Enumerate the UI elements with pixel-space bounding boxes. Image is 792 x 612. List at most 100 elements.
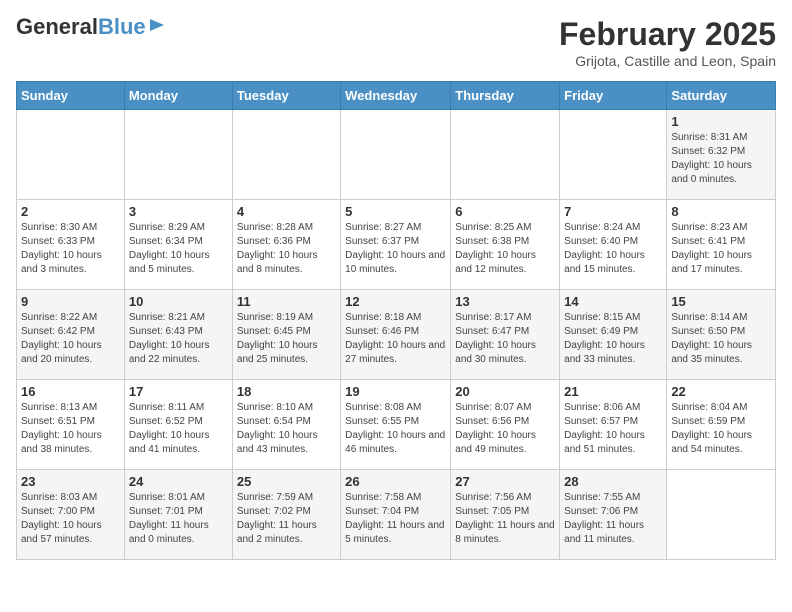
calendar-header: SundayMondayTuesdayWednesdayThursdayFrid…	[17, 82, 776, 110]
day-number: 7	[564, 204, 662, 219]
day-number: 13	[455, 294, 555, 309]
day-number: 6	[455, 204, 555, 219]
weekday-header-monday: Monday	[124, 82, 232, 110]
day-number: 21	[564, 384, 662, 399]
day-number: 18	[237, 384, 336, 399]
calendar-cell: 15 Sunrise: 8:14 AM Sunset: 6:50 PM Dayli…	[667, 290, 776, 380]
calendar-week-row: 1Sunrise: 8:31 AM Sunset: 6:32 PM Daylig…	[17, 110, 776, 200]
calendar-cell: 23 Sunrise: 8:03 AM Sunset: 7:00 PM Dayli…	[17, 470, 125, 560]
calendar-cell: 27 Sunrise: 7:56 AM Sunset: 7:05 PM Dayli…	[451, 470, 560, 560]
day-info: Sunrise: 8:19 AM Sunset: 6:45 PM Dayligh…	[237, 311, 336, 367]
calendar-cell	[560, 110, 667, 200]
weekday-header-thursday: Thursday	[451, 82, 560, 110]
day-number: 27	[455, 474, 555, 489]
day-number: 2	[21, 204, 120, 219]
calendar-cell: 28 Sunrise: 7:55 AM Sunset: 7:06 PM Dayli…	[560, 470, 667, 560]
calendar-cell	[667, 470, 776, 560]
day-number: 22	[671, 384, 771, 399]
calendar-body: 1Sunrise: 8:31 AM Sunset: 6:32 PM Daylig…	[17, 110, 776, 560]
calendar-cell: 4 Sunrise: 8:28 AM Sunset: 6:36 PM Daylig…	[232, 200, 340, 290]
day-number: 24	[129, 474, 228, 489]
day-number: 3	[129, 204, 228, 219]
weekday-header-friday: Friday	[560, 82, 667, 110]
calendar-cell: 6 Sunrise: 8:25 AM Sunset: 6:38 PM Daylig…	[451, 200, 560, 290]
day-info: Sunrise: 8:01 AM Sunset: 7:01 PM Dayligh…	[129, 491, 228, 547]
calendar-cell: 18 Sunrise: 8:10 AM Sunset: 6:54 PM Dayli…	[232, 380, 340, 470]
calendar-week-row: 9 Sunrise: 8:22 AM Sunset: 6:42 PM Daylig…	[17, 290, 776, 380]
day-info: Sunrise: 8:10 AM Sunset: 6:54 PM Dayligh…	[237, 401, 336, 457]
day-info: Sunrise: 8:03 AM Sunset: 7:00 PM Dayligh…	[21, 491, 120, 547]
day-info: Sunrise: 8:15 AM Sunset: 6:49 PM Dayligh…	[564, 311, 662, 367]
calendar-cell: 2 Sunrise: 8:30 AM Sunset: 6:33 PM Daylig…	[17, 200, 125, 290]
calendar-cell: 21Sunrise: 8:06 AM Sunset: 6:57 PM Dayli…	[560, 380, 667, 470]
calendar-cell	[17, 110, 125, 200]
day-info: Sunrise: 8:24 AM Sunset: 6:40 PM Dayligh…	[564, 221, 662, 277]
day-number: 11	[237, 294, 336, 309]
day-number: 28	[564, 474, 662, 489]
day-number: 8	[671, 204, 771, 219]
calendar-week-row: 16Sunrise: 8:13 AM Sunset: 6:51 PM Dayli…	[17, 380, 776, 470]
calendar-cell: 12 Sunrise: 8:18 AM Sunset: 6:46 PM Dayli…	[341, 290, 451, 380]
weekday-header-row: SundayMondayTuesdayWednesdayThursdayFrid…	[17, 82, 776, 110]
calendar-cell: 19Sunrise: 8:08 AM Sunset: 6:55 PM Dayli…	[341, 380, 451, 470]
day-info: Sunrise: 8:28 AM Sunset: 6:36 PM Dayligh…	[237, 221, 336, 277]
day-number: 25	[237, 474, 336, 489]
day-info: Sunrise: 7:59 AM Sunset: 7:02 PM Dayligh…	[237, 491, 336, 547]
calendar-cell	[232, 110, 340, 200]
day-number: 9	[21, 294, 120, 309]
weekday-header-saturday: Saturday	[667, 82, 776, 110]
calendar-week-row: 2 Sunrise: 8:30 AM Sunset: 6:33 PM Daylig…	[17, 200, 776, 290]
calendar-cell: 10 Sunrise: 8:21 AM Sunset: 6:43 PM Dayli…	[124, 290, 232, 380]
calendar-cell: 24 Sunrise: 8:01 AM Sunset: 7:01 PM Dayli…	[124, 470, 232, 560]
calendar-cell: 1Sunrise: 8:31 AM Sunset: 6:32 PM Daylig…	[667, 110, 776, 200]
day-number: 20	[455, 384, 555, 399]
day-info: Sunrise: 8:07 AM Sunset: 6:56 PM Dayligh…	[455, 401, 555, 457]
day-info: Sunrise: 8:27 AM Sunset: 6:37 PM Dayligh…	[345, 221, 446, 277]
day-number: 15	[671, 294, 771, 309]
calendar-cell: 7 Sunrise: 8:24 AM Sunset: 6:40 PM Daylig…	[560, 200, 667, 290]
day-info: Sunrise: 8:22 AM Sunset: 6:42 PM Dayligh…	[21, 311, 120, 367]
day-info: Sunrise: 8:23 AM Sunset: 6:41 PM Dayligh…	[671, 221, 771, 277]
calendar-cell: 16Sunrise: 8:13 AM Sunset: 6:51 PM Dayli…	[17, 380, 125, 470]
calendar-title: February 2025	[559, 16, 776, 53]
day-number: 5	[345, 204, 446, 219]
title-section: February 2025 Grijota, Castille and Leon…	[559, 16, 776, 69]
calendar-week-row: 23 Sunrise: 8:03 AM Sunset: 7:00 PM Dayli…	[17, 470, 776, 560]
day-info: Sunrise: 8:17 AM Sunset: 6:47 PM Dayligh…	[455, 311, 555, 367]
day-number: 23	[21, 474, 120, 489]
day-number: 26	[345, 474, 446, 489]
page-header: GeneralBlue February 2025 Grijota, Casti…	[16, 16, 776, 69]
calendar-cell: 17Sunrise: 8:11 AM Sunset: 6:52 PM Dayli…	[124, 380, 232, 470]
day-info: Sunrise: 8:30 AM Sunset: 6:33 PM Dayligh…	[21, 221, 120, 277]
day-number: 14	[564, 294, 662, 309]
day-number: 16	[21, 384, 120, 399]
logo: GeneralBlue	[16, 16, 166, 38]
calendar-cell: 5 Sunrise: 8:27 AM Sunset: 6:37 PM Daylig…	[341, 200, 451, 290]
calendar-cell: 20 Sunrise: 8:07 AM Sunset: 6:56 PM Dayli…	[451, 380, 560, 470]
calendar-cell	[124, 110, 232, 200]
calendar-subtitle: Grijota, Castille and Leon, Spain	[559, 53, 776, 69]
day-info: Sunrise: 7:56 AM Sunset: 7:05 PM Dayligh…	[455, 491, 555, 547]
day-info: Sunrise: 8:21 AM Sunset: 6:43 PM Dayligh…	[129, 311, 228, 367]
day-info: Sunrise: 8:31 AM Sunset: 6:32 PM Dayligh…	[671, 131, 771, 187]
day-number: 17	[129, 384, 228, 399]
day-number: 10	[129, 294, 228, 309]
day-info: Sunrise: 8:29 AM Sunset: 6:34 PM Dayligh…	[129, 221, 228, 277]
day-number: 12	[345, 294, 446, 309]
calendar-cell	[341, 110, 451, 200]
day-info: Sunrise: 8:14 AM Sunset: 6:50 PM Dayligh…	[671, 311, 771, 367]
day-info: Sunrise: 7:55 AM Sunset: 7:06 PM Dayligh…	[564, 491, 662, 547]
calendar-cell: 8 Sunrise: 8:23 AM Sunset: 6:41 PM Daylig…	[667, 200, 776, 290]
day-info: Sunrise: 7:58 AM Sunset: 7:04 PM Dayligh…	[345, 491, 446, 547]
calendar-cell: 11 Sunrise: 8:19 AM Sunset: 6:45 PM Dayli…	[232, 290, 340, 380]
calendar-cell: 25 Sunrise: 7:59 AM Sunset: 7:02 PM Dayli…	[232, 470, 340, 560]
day-info: Sunrise: 8:18 AM Sunset: 6:46 PM Dayligh…	[345, 311, 446, 367]
day-info: Sunrise: 8:04 AM Sunset: 6:59 PM Dayligh…	[671, 401, 771, 457]
weekday-header-tuesday: Tuesday	[232, 82, 340, 110]
logo-text: GeneralBlue	[16, 16, 146, 38]
weekday-header-wednesday: Wednesday	[341, 82, 451, 110]
calendar-cell: 13 Sunrise: 8:17 AM Sunset: 6:47 PM Dayli…	[451, 290, 560, 380]
day-info: Sunrise: 8:25 AM Sunset: 6:38 PM Dayligh…	[455, 221, 555, 277]
day-number: 4	[237, 204, 336, 219]
weekday-header-sunday: Sunday	[17, 82, 125, 110]
